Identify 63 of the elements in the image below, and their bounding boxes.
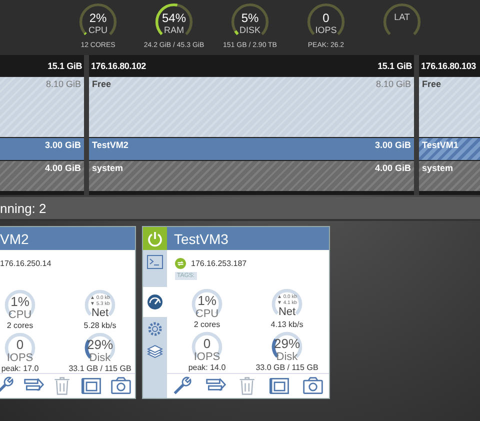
layers-icon	[147, 344, 163, 360]
metric-label: IOPS	[6, 352, 34, 364]
running-count: nning: 2	[0, 200, 46, 216]
camera-icon	[108, 375, 132, 397]
vm-title: TestVM3	[174, 230, 228, 246]
host-name: 176.16.80.102	[91, 60, 146, 70]
gauge-label: IOPS	[315, 25, 337, 35]
settings-icon	[147, 320, 163, 336]
power-icon	[147, 230, 163, 246]
terminal-icon	[147, 254, 163, 268]
gauge-value: 5%	[241, 12, 259, 25]
metric-label: Disk	[89, 352, 111, 364]
camera-button[interactable]	[108, 375, 132, 397]
metric-caption: peak: 14.0	[188, 363, 226, 372]
gauge-label: RAM	[164, 25, 184, 35]
gauge-label: CPU	[88, 25, 108, 35]
host-memory: 15.1 GiB	[378, 60, 412, 70]
metric-label: Net	[278, 306, 296, 318]
metric-label: Disk	[276, 351, 298, 363]
metric-caption: 2 cores	[194, 320, 220, 329]
gauge-value: 54%	[162, 12, 186, 25]
metric-label: CPU	[195, 308, 219, 320]
segment-size: 8.10 GiB	[46, 79, 81, 91]
metric-caption: 5.28 kb/s	[84, 321, 116, 330]
metric-label: Net	[91, 307, 109, 319]
metric-caption: 33.0 GB / 115 GB	[256, 363, 318, 372]
metric-value: 0	[203, 337, 211, 351]
metric-value: 1%	[198, 294, 216, 308]
sync-icon	[175, 258, 186, 268]
segment-label: system	[92, 163, 124, 175]
camera-icon	[300, 375, 325, 397]
metric-caption: 4.13 kb/s	[270, 320, 304, 329]
gauge-label: DISK	[239, 25, 260, 35]
metric-label: IOPS	[194, 351, 220, 363]
sidebar-tab[interactable]	[143, 287, 167, 317]
segment-size: 4.00 GiB	[374, 163, 411, 175]
segment-size: 4.00 GiB	[44, 163, 81, 175]
gauge-value: 2%	[89, 12, 107, 25]
segment-label: TestVM1	[422, 140, 458, 152]
ip-address: 176.16.253.187	[191, 258, 247, 268]
metric-label: CPU	[8, 309, 32, 321]
metric-value: 0	[16, 338, 24, 352]
segment-size: 8.10 GiB	[376, 79, 411, 91]
segment-size: 3.00 GiB	[374, 140, 411, 152]
metric-caption: 33.1 GB / 115 GB	[68, 364, 132, 373]
speedometer-icon	[147, 294, 163, 310]
segment-size: 3.00 GiB	[44, 140, 81, 152]
vm-title: VM2	[0, 230, 29, 246]
metric-caption: 2 cores	[6, 321, 34, 330]
segment-label: Free	[92, 79, 112, 91]
snapshot-icon	[80, 375, 104, 397]
host-name: 176.16.80.103	[421, 60, 476, 70]
camera-button[interactable]	[300, 375, 325, 397]
gauge-label: LAT	[394, 12, 410, 22]
segment-label: system	[422, 163, 454, 175]
host-memory: 15.1 GiB	[48, 60, 82, 70]
segment-label: TestVM2	[92, 140, 128, 152]
metric-caption: peak: 17.0	[1, 364, 39, 373]
snapshot-button[interactable]	[80, 375, 104, 397]
ip-address: 176.16.250.14	[0, 258, 52, 268]
segment-label: Free	[422, 79, 442, 91]
gauge-value: 0	[322, 12, 330, 25]
metric-value: 1%	[10, 295, 30, 309]
